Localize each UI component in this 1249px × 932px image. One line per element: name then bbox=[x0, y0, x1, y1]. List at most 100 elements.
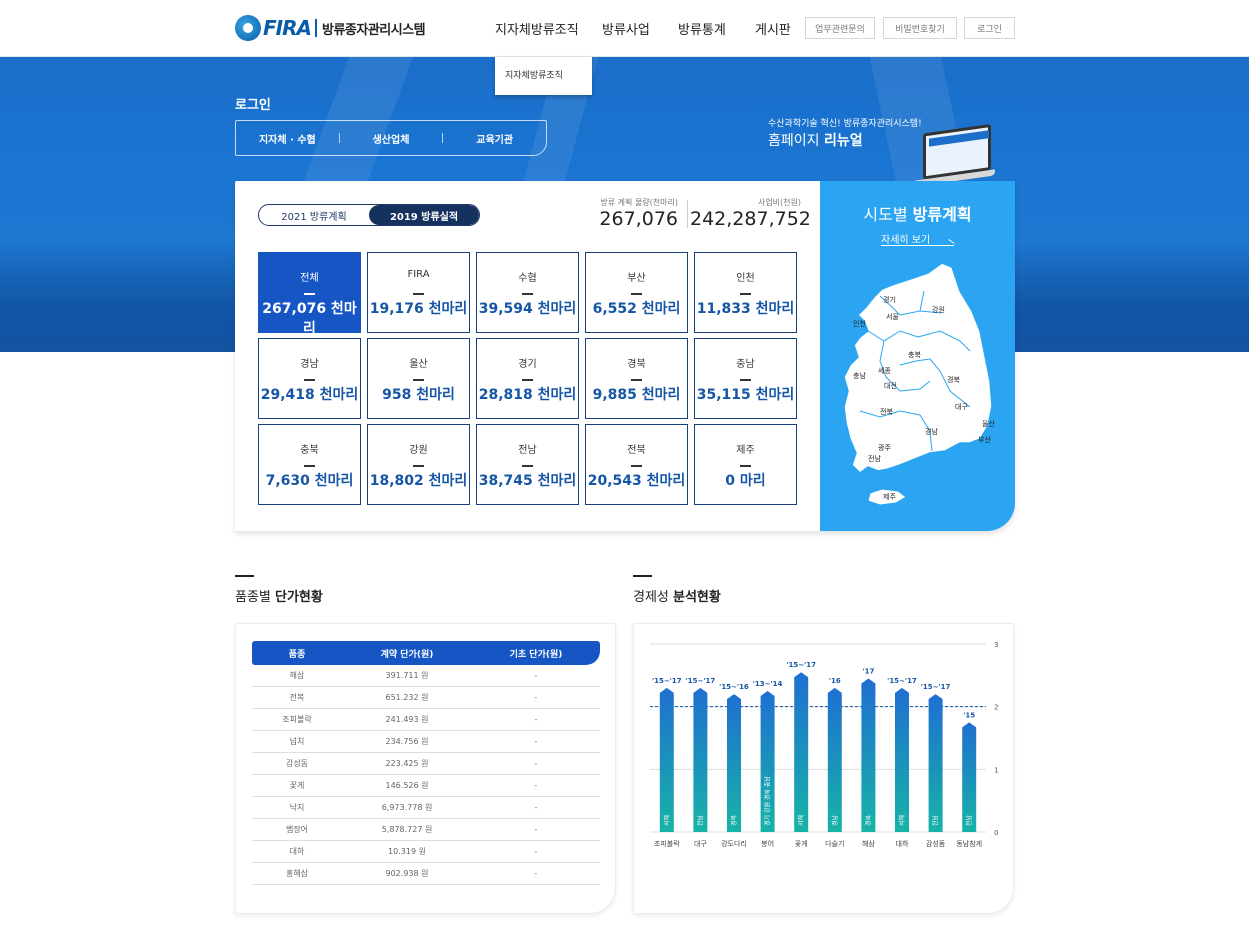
region-card-fira[interactable]: FIRA 19,176 천마리 bbox=[367, 252, 470, 333]
tab-2019-result[interactable]: 2019 방류실적 bbox=[369, 205, 479, 225]
map-label[interactable]: 강원 bbox=[932, 305, 945, 315]
region-dash bbox=[522, 293, 533, 295]
bar-period-label: '15~'17 bbox=[652, 677, 682, 685]
map-label[interactable]: 경기 bbox=[883, 295, 896, 305]
logo-subtitle: 방류종자관리시스템 bbox=[321, 22, 426, 38]
region-card-ulsan[interactable]: 울산 958 천마리 bbox=[367, 338, 470, 419]
map-label[interactable]: 대전 bbox=[884, 381, 897, 391]
bar-period-label: '17 bbox=[862, 667, 874, 675]
region-value: 19,176 천마리 bbox=[369, 301, 468, 317]
cell-base-price: - bbox=[534, 869, 538, 878]
region-card-suhyup[interactable]: 수협 39,594 천마리 bbox=[476, 252, 579, 333]
cell-base-price: - bbox=[534, 715, 538, 724]
site-header: FIRA 방류종자관리시스템 지자체방류조직 방류사업 방류통계 게시판 업무관… bbox=[0, 0, 1249, 57]
region-card-jeonbuk[interactable]: 전북 20,543 천마리 bbox=[585, 424, 688, 505]
region-card-jeju[interactable]: 제주 0 마리 bbox=[694, 424, 797, 505]
region-dash bbox=[740, 465, 751, 467]
region-name: 강원 bbox=[409, 445, 428, 456]
region-name: 제주 bbox=[736, 445, 755, 456]
map-label[interactable]: 경남 bbox=[925, 427, 938, 437]
submenu-item-organization[interactable]: 지자체방류조직 bbox=[505, 71, 563, 81]
map-label[interactable]: 전남 bbox=[868, 454, 881, 464]
cell-species: 대하 bbox=[289, 847, 305, 856]
region-name: 경기 bbox=[518, 359, 537, 370]
cell-species: 조피볼락 bbox=[282, 715, 312, 724]
cell-base-price: - bbox=[534, 759, 538, 768]
region-dash bbox=[740, 379, 751, 381]
region-name: 전체 bbox=[300, 273, 319, 284]
map-label[interactable]: 인천 bbox=[853, 319, 866, 329]
cell-species: 감성돔 bbox=[285, 759, 309, 768]
nav-item-statistics[interactable]: 방류통계 bbox=[678, 19, 726, 38]
table-row: 전복 651.232 원 - bbox=[252, 687, 600, 709]
region-name: 경남 bbox=[300, 359, 319, 370]
cell-base-price: - bbox=[534, 671, 538, 680]
cell-contract-price: 234.756 원 bbox=[385, 737, 429, 746]
bar-period-label: '15 bbox=[963, 711, 975, 719]
nav-item-organization[interactable]: 지자체방류조직 bbox=[495, 19, 579, 38]
login-tab-local-gov[interactable]: 지자체 · 수협 bbox=[236, 131, 339, 146]
inquiry-button[interactable]: 업무관련문의 bbox=[805, 17, 875, 39]
cell-contract-price: 902.938 원 bbox=[385, 869, 429, 878]
region-dash bbox=[522, 465, 533, 467]
region-dash bbox=[304, 465, 315, 467]
login-tab-education[interactable]: 교육기관 bbox=[443, 131, 546, 146]
region-card-gyeonggi[interactable]: 경기 28,818 천마리 bbox=[476, 338, 579, 419]
region-card-gangwon[interactable]: 강원 18,802 천마리 bbox=[367, 424, 470, 505]
cell-species: 꽃게 bbox=[289, 781, 305, 790]
region-name: 인천 bbox=[736, 273, 755, 284]
map-label[interactable]: 광주 bbox=[878, 443, 891, 453]
logo[interactable]: FIRA 방류종자관리시스템 bbox=[235, 12, 426, 44]
bar bbox=[861, 678, 876, 832]
region-card-all[interactable]: 전체 267,076 천마리 bbox=[258, 252, 361, 337]
bar-period-label: '15~'17 bbox=[686, 677, 716, 685]
x-category-label: 조피볼락 bbox=[654, 839, 680, 848]
region-card-jeonnam[interactable]: 전남 38,745 천마리 bbox=[476, 424, 579, 505]
region-card-busan[interactable]: 부산 6,552 천마리 bbox=[585, 252, 688, 333]
region-card-incheon[interactable]: 인천 11,833 천마리 bbox=[694, 252, 797, 333]
cell-contract-price: 391.711 원 bbox=[385, 671, 429, 680]
bar bbox=[693, 687, 708, 832]
bar-region-note: 경남 bbox=[831, 814, 839, 826]
cell-contract-price: 5,878.727 원 bbox=[381, 825, 433, 834]
map-label[interactable]: 전북 bbox=[880, 407, 893, 417]
summary-divider bbox=[687, 200, 688, 228]
x-category-label: 다슬기 bbox=[825, 839, 844, 848]
cell-contract-price: 146.526 원 bbox=[385, 781, 429, 790]
map-label[interactable]: 충남 bbox=[853, 371, 866, 381]
nav-item-release-project[interactable]: 방류사업 bbox=[602, 19, 650, 38]
region-card-gyeongbuk[interactable]: 경북 9,885 천마리 bbox=[585, 338, 688, 419]
map-label[interactable]: 대구 bbox=[955, 402, 968, 412]
x-category-label: 해삼 bbox=[862, 839, 875, 848]
cell-contract-price: 651.232 원 bbox=[385, 693, 429, 702]
tab-2021-plan[interactable]: 2021 방류계획 bbox=[259, 205, 369, 225]
col-species: 품종 bbox=[288, 649, 306, 660]
map-label[interactable]: 충북 bbox=[908, 350, 921, 360]
nav-item-board[interactable]: 게시판 bbox=[755, 19, 791, 38]
login-button[interactable]: 로그인 bbox=[964, 17, 1015, 39]
map-label[interactable]: 경북 bbox=[947, 375, 960, 385]
summary-label-budget: 사업비(천원) bbox=[757, 198, 801, 207]
y-tick-label: 2 bbox=[994, 704, 998, 712]
bar bbox=[794, 672, 809, 832]
find-password-button[interactable]: 비밀번호찾기 bbox=[883, 17, 957, 39]
region-card-chungbuk[interactable]: 충북 7,630 천마리 bbox=[258, 424, 361, 505]
map-label[interactable]: 서울 bbox=[886, 312, 899, 322]
map-label[interactable]: 제주 bbox=[883, 492, 896, 502]
table-row: 대하 10.319 원 - bbox=[252, 841, 600, 863]
region-name: 부산 bbox=[627, 273, 646, 284]
bar-region-note: 경북 bbox=[731, 814, 738, 826]
table-row: 해삼 391.711 원 - bbox=[252, 665, 600, 687]
region-card-chungnam[interactable]: 충남 35,115 천마리 bbox=[694, 338, 797, 419]
map-label[interactable]: 부산 bbox=[978, 435, 991, 445]
map-label[interactable]: 세종 bbox=[878, 366, 891, 376]
bar-region-note: 전남 bbox=[965, 814, 973, 826]
region-name: 전남 bbox=[518, 445, 537, 456]
region-value: 38,745 천마리 bbox=[478, 473, 577, 489]
map-label[interactable]: 울산 bbox=[982, 419, 995, 429]
region-value: 0 마리 bbox=[725, 473, 766, 489]
login-tab-producer[interactable]: 생산업체 bbox=[340, 131, 443, 146]
econ-title-bold: 분석현황 bbox=[673, 590, 721, 605]
table-row: 낙지 6,973.778 원 - bbox=[252, 797, 600, 819]
region-card-gyeongnam[interactable]: 경남 29,418 천마리 bbox=[258, 338, 361, 419]
